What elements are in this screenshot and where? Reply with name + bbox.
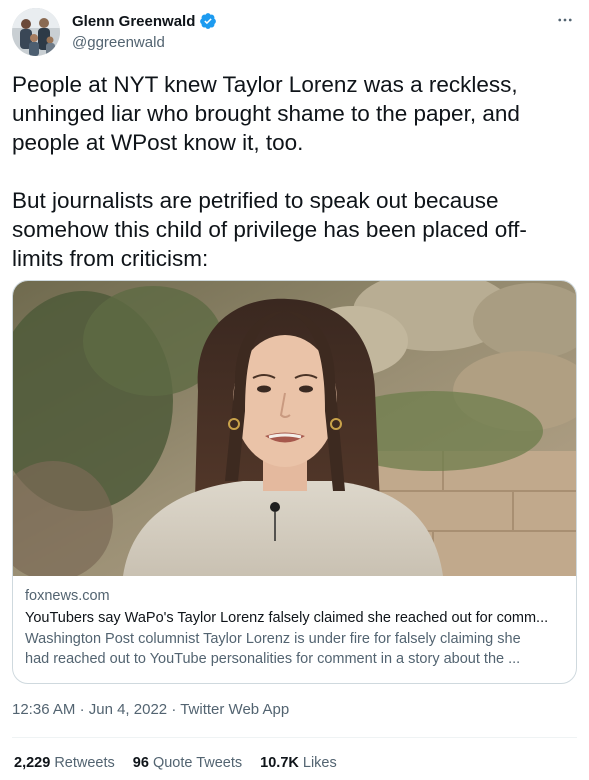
quote-tweets-count: 96: [132, 755, 149, 771]
avatar[interactable]: [12, 8, 60, 56]
retweets-label: Retweets: [54, 755, 115, 771]
tweet-date[interactable]: Jun 4, 2022: [89, 701, 167, 718]
likes-count: 10.7K: [260, 755, 299, 771]
link-preview-meta: foxnews.com YouTubers say WaPo's Taylor …: [25, 587, 565, 669]
author-name-row: Glenn Greenwald: [72, 11, 217, 31]
avatar-photo: [12, 8, 60, 56]
tweet-time[interactable]: 12:36 AM: [12, 701, 75, 718]
divider: [12, 737, 577, 738]
more-options-icon[interactable]: [553, 10, 577, 30]
author-handle[interactable]: @ggreenwald: [72, 34, 217, 51]
tweet-text: People at NYT knew Taylor Lorenz was a r…: [12, 70, 572, 273]
link-domain: foxnews.com: [25, 588, 110, 604]
meta-separator: ·: [79, 701, 85, 718]
author-info: Glenn Greenwald @ggreenwald: [72, 11, 217, 51]
link-preview-image[interactable]: [13, 281, 576, 576]
link-description: Washington Post columnist Taylor Lorenz …: [25, 629, 565, 669]
likes-label: Likes: [302, 755, 337, 771]
link-description-line: Washington Post columnist Taylor Lorenz …: [25, 631, 521, 647]
tweet-timestamp: 12:36 AM · Jun 4, 2022 · Twitter Web App: [12, 701, 289, 718]
author-name[interactable]: Glenn Greenwald: [72, 13, 195, 30]
retweets-stat[interactable]: 2,229 Retweets: [14, 755, 115, 771]
tweet-paragraph: People at NYT knew Taylor Lorenz was a r…: [12, 72, 520, 155]
verified-badge-icon: [199, 12, 217, 30]
tweet: Glenn Greenwald @ggreenwald People at NY…: [0, 0, 589, 780]
tweet-paragraph: But journalists are petrified to speak o…: [12, 188, 527, 271]
likes-stat[interactable]: 10.7K Likes: [260, 755, 337, 771]
tweet-source[interactable]: Twitter Web App: [180, 701, 289, 718]
meta-separator: ·: [171, 701, 177, 718]
quote-tweets-stat[interactable]: 96 Quote Tweets: [133, 755, 242, 771]
quote-tweets-label: Quote Tweets: [152, 755, 243, 771]
link-preview-card[interactable]: foxnews.com YouTubers say WaPo's Taylor …: [12, 280, 577, 684]
retweets-count: 2,229: [14, 755, 51, 771]
link-description-line: had reached out to YouTube personalities…: [25, 651, 521, 667]
link-title: YouTubers say WaPo's Taylor Lorenz false…: [25, 610, 549, 626]
tweet-header: Glenn Greenwald @ggreenwald: [12, 6, 577, 56]
tweet-stats: 2,229 Retweets 96 Quote Tweets 10.7K Lik…: [14, 755, 337, 771]
